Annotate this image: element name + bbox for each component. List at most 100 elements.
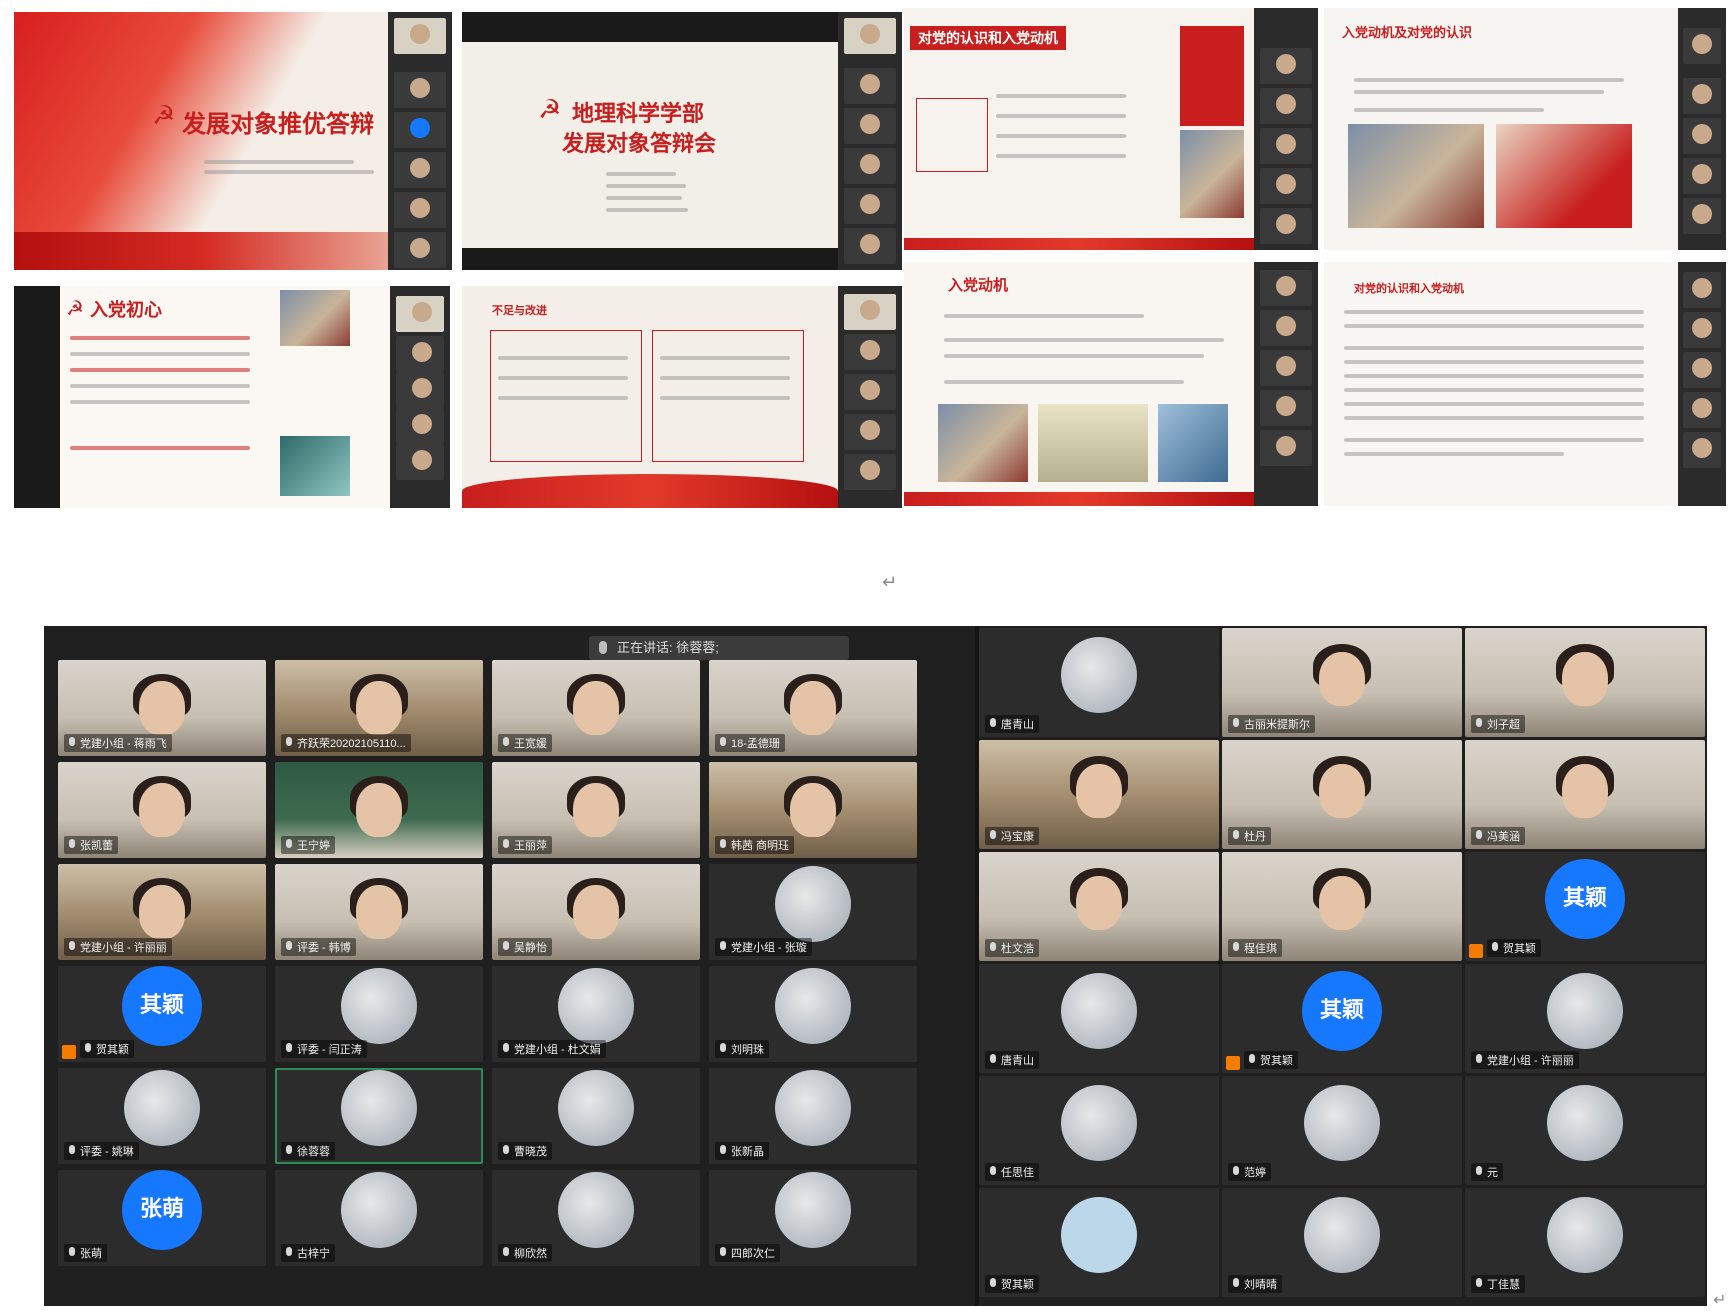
participant-tile[interactable]: 王丽萍 xyxy=(492,762,700,858)
participant-name: 刘晴晴 xyxy=(1228,1275,1282,1293)
participant-name: 刘子超 xyxy=(1471,715,1525,733)
participant-tile[interactable]: 唐青山 xyxy=(979,628,1219,737)
participant-video xyxy=(139,885,185,940)
participant-tile[interactable]: 任思佳 xyxy=(979,1076,1219,1185)
host-icon xyxy=(1226,1056,1240,1070)
participant-name: 丁佳慧 xyxy=(1471,1275,1525,1293)
participant-video xyxy=(356,681,402,736)
participant-tile[interactable]: 王宁婷 xyxy=(275,762,483,858)
participant-name: 党建小组 - 许丽丽 xyxy=(1471,1051,1579,1069)
participant-name: 唐青山 xyxy=(985,715,1039,733)
participant-avatar: 其颖 xyxy=(1545,858,1625,939)
participant-tile[interactable]: 吴静怡 xyxy=(492,864,700,960)
participant-tile[interactable]: 韩茜 商明珏 xyxy=(709,762,917,858)
participant-tile[interactable]: 其颖 贺其颖 xyxy=(58,966,266,1062)
participant-tile[interactable]: 党建小组 - 张璇 xyxy=(709,864,917,960)
participant-tile[interactable]: 徐蓉蓉 xyxy=(275,1068,483,1164)
participant-tile[interactable]: 冯美涵 xyxy=(1465,740,1705,849)
participant-tile[interactable]: 刘明珠 xyxy=(709,966,917,1062)
participant-tile[interactable]: 党建小组 - 许丽丽 xyxy=(1465,964,1705,1073)
participant-name: 程佳琪 xyxy=(1228,939,1282,957)
participant-name: 贺其颖 xyxy=(1487,939,1541,957)
participant-name: 古丽米提斯尔 xyxy=(1228,715,1315,733)
participant-tile[interactable]: 丁佳慧 xyxy=(1465,1188,1705,1297)
participant-name: 柳欣然 xyxy=(498,1244,552,1262)
participant-name: 徐蓉蓉 xyxy=(281,1142,335,1160)
participant-tile[interactable]: 齐跃荣20202105110... xyxy=(275,660,483,756)
participant-tile[interactable]: 唐青山 xyxy=(979,964,1219,1073)
screenshot-slide-5: ☭ 入党初心 xyxy=(14,286,450,508)
active-speaker-label: 正在讲话: 徐蓉蓉; xyxy=(617,640,719,655)
participant-tile[interactable]: 党建小组 - 许丽丽 xyxy=(58,864,266,960)
participant-tile[interactable]: 张萌 张萌 xyxy=(58,1170,266,1266)
participant-video xyxy=(1562,763,1608,818)
participant-tile[interactable]: 张凯蕾 xyxy=(58,762,266,858)
participant-strip xyxy=(1254,262,1318,506)
participant-name: 杜丹 xyxy=(1228,827,1271,845)
slide-title: 入党动机及对党的认识 xyxy=(1342,26,1473,41)
participant-name: 评委 - 韩博 xyxy=(281,938,356,956)
participant-tile[interactable]: 杜文浩 xyxy=(979,852,1219,961)
host-icon xyxy=(1469,944,1483,958)
participant-tile[interactable]: 张新晶 xyxy=(709,1068,917,1164)
participant-tile[interactable]: 刘晴晴 xyxy=(1222,1188,1462,1297)
participant-tile[interactable]: 柳欣然 xyxy=(492,1170,700,1266)
participant-strip xyxy=(1254,8,1318,250)
participant-name: 齐跃荣20202105110... xyxy=(281,734,411,752)
slide-title: 入党初心 xyxy=(90,300,162,321)
participant-video xyxy=(1076,875,1122,930)
participant-tile[interactable]: 评委 - 闫正涛 xyxy=(275,966,483,1062)
participant-strip xyxy=(838,286,902,508)
participant-tile[interactable]: 古丽米提斯尔 xyxy=(1222,628,1462,737)
participant-tile[interactable]: 冯宝康 xyxy=(979,740,1219,849)
participant-tile[interactable]: 四郎次仁 xyxy=(709,1170,917,1266)
participant-avatar xyxy=(1547,972,1623,1049)
participant-tile[interactable]: 元 xyxy=(1465,1076,1705,1185)
party-emblem-icon: ☭ xyxy=(152,100,176,130)
participant-tile[interactable]: 18-孟德珊 xyxy=(709,660,917,756)
participant-name: 冯宝康 xyxy=(985,827,1039,845)
participant-tile[interactable]: 范婷 xyxy=(1222,1076,1462,1185)
participant-name: 王丽萍 xyxy=(498,836,552,854)
participant-tile[interactable]: 党建小组 - 蒋雨飞 xyxy=(58,660,266,756)
participant-name: 曹晓茂 xyxy=(498,1142,552,1160)
participant-name: 党建小组 - 许丽丽 xyxy=(64,938,172,956)
participant-name: 王宽媛 xyxy=(498,734,552,752)
participant-avatar xyxy=(341,1070,417,1146)
microphone-icon xyxy=(599,641,607,654)
participant-tile[interactable]: 贺其颖 xyxy=(979,1188,1219,1297)
participant-avatar xyxy=(775,1172,851,1248)
participant-tile[interactable]: 党建小组 - 杜文娟 xyxy=(492,966,700,1062)
participant-tile[interactable]: 杜丹 xyxy=(1222,740,1462,849)
participant-name: 评委 - 闫正涛 xyxy=(281,1040,367,1058)
paragraph-mark: ↵ xyxy=(1713,1292,1727,1309)
participant-strip xyxy=(1678,8,1726,250)
participant-avatar xyxy=(1061,1196,1137,1273)
participant-tile[interactable]: 评委 - 姚琳 xyxy=(58,1068,266,1164)
participant-avatar xyxy=(341,1172,417,1248)
participant-tile[interactable]: 刘子超 xyxy=(1465,628,1705,737)
participant-tile[interactable]: 其颖 贺其颖 xyxy=(1465,852,1705,961)
participant-tile[interactable]: 古梓宁 xyxy=(275,1170,483,1266)
participant-name: 党建小组 - 张璇 xyxy=(715,938,812,956)
participant-tile[interactable]: 曹晓茂 xyxy=(492,1068,700,1164)
participant-name: 刘明珠 xyxy=(715,1040,769,1058)
participant-video xyxy=(790,783,836,838)
participant-name: 贺其颖 xyxy=(80,1040,134,1058)
participant-video xyxy=(1076,763,1122,818)
participant-name: 韩茜 商明珏 xyxy=(715,836,795,854)
participant-video xyxy=(1319,651,1365,706)
slide-title-line2: 发展对象答辩会 xyxy=(562,132,717,157)
participant-tile[interactable]: 评委 - 韩博 xyxy=(275,864,483,960)
participant-tile[interactable]: 王宽媛 xyxy=(492,660,700,756)
participant-tile[interactable]: 程佳琪 xyxy=(1222,852,1462,961)
participant-video xyxy=(573,681,619,736)
screenshot-slide-2: ☭ 地理科学学部 发展对象答辩会 xyxy=(462,12,902,270)
participant-tile[interactable]: 其颖 贺其颖 xyxy=(1222,964,1462,1073)
participant-video xyxy=(573,783,619,838)
participant-name: 任思佳 xyxy=(985,1163,1039,1181)
slide-title: 对党的认识和入党动机 xyxy=(1354,282,1464,295)
participant-avatar xyxy=(558,968,634,1044)
participant-avatar xyxy=(341,968,417,1044)
video-meeting-gallery: 正在讲话: 徐蓉蓉; 党建小组 - 蒋雨飞 齐跃荣20202105110... 王宽… xyxy=(44,626,1707,1306)
